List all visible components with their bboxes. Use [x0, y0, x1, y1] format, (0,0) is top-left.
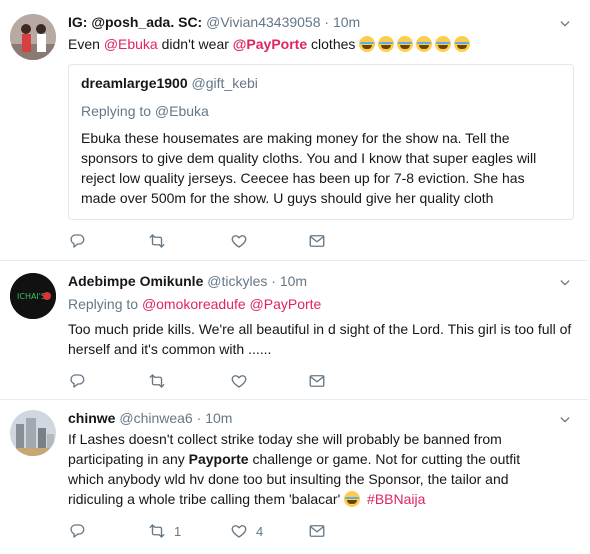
replying-to: Replying to @omokoreadufe @PayPorte	[68, 296, 322, 312]
svg-text:ICHAI'S: ICHAI'S	[17, 292, 46, 301]
quoted-tweet-text: Ebuka these housemates are making money …	[81, 130, 537, 206]
mention-link[interactable]: @PayPorte	[233, 36, 307, 52]
dm-button[interactable]	[308, 232, 326, 250]
tears-of-joy-icon	[344, 491, 361, 507]
retweet-button[interactable]	[148, 372, 166, 390]
user-handle[interactable]: @chinwea6	[119, 410, 192, 426]
user-handle[interactable]: @Vivian43439058	[206, 14, 320, 30]
mention-link[interactable]: @PayPorte	[250, 296, 322, 312]
retweet-icon	[148, 522, 166, 540]
dm-icon	[308, 522, 326, 540]
avatar[interactable]	[10, 14, 56, 60]
reply-button[interactable]	[68, 232, 86, 250]
like-button[interactable]: 4	[230, 522, 263, 540]
mention-link[interactable]: @Ebuka	[104, 36, 158, 52]
quoted-tweet-header: dreamlarge1900 @gift_kebi	[81, 75, 258, 91]
like-icon	[230, 372, 248, 390]
tweet-header: Adebimpe Omikunle @tickyles · 10m	[68, 273, 307, 289]
display-name: dreamlarge1900	[81, 75, 188, 91]
avatar[interactable]: ICHAI'S	[10, 273, 56, 319]
retweet-count: 1	[174, 523, 182, 539]
timestamp[interactable]: 10m	[280, 273, 307, 289]
quoted-tweet[interactable]: dreamlarge1900 @gift_kebi Replying to @E…	[68, 64, 574, 220]
dm-button[interactable]	[308, 372, 326, 390]
reply-icon	[68, 522, 86, 540]
replying-to: Replying to @Ebuka	[81, 103, 209, 119]
timestamp[interactable]: 10m	[205, 410, 232, 426]
hashtag-link[interactable]: #BBNaija	[367, 491, 425, 507]
reply-icon	[68, 372, 86, 390]
user-handle[interactable]: @tickyles	[207, 273, 267, 289]
display-name[interactable]: Adebimpe Omikunle	[68, 273, 203, 289]
avatar[interactable]	[10, 410, 56, 456]
separator: ·	[271, 273, 276, 289]
like-count: 4	[256, 523, 264, 539]
caret-down-icon[interactable]	[560, 19, 570, 29]
tears-of-joy-icon	[359, 36, 473, 52]
like-icon	[230, 232, 248, 250]
like-icon	[230, 522, 248, 540]
tweet-actions	[68, 372, 368, 392]
tweet-text: If Lashes doesn't collect strike today s…	[68, 431, 521, 507]
tweet-header: IG: @posh_ada. SC: @Vivian43439058 · 10m	[68, 14, 360, 30]
display-name[interactable]: chinwe	[68, 410, 115, 426]
tweet-actions	[68, 232, 368, 252]
caret-down-icon[interactable]	[560, 415, 570, 425]
tweet-2[interactable]: ICHAI'S Adebimpe Omikunle @tickyles · 10…	[0, 261, 588, 400]
mention-link[interactable]: @omokoreadufe	[142, 296, 246, 312]
tweet-text: Even @Ebuka didn't wear @PayPorte clothe…	[68, 34, 573, 54]
tweet-actions: 1 4	[68, 522, 368, 542]
dm-button[interactable]	[308, 522, 326, 540]
tweet-header: chinwe @chinwea6 · 10m	[68, 410, 232, 426]
retweet-icon	[148, 372, 166, 390]
dm-icon	[308, 372, 326, 390]
tweet-1[interactable]: IG: @posh_ada. SC: @Vivian43439058 · 10m…	[0, 0, 588, 261]
timestamp[interactable]: 10m	[333, 14, 360, 30]
like-button[interactable]	[230, 372, 248, 390]
separator: ·	[324, 14, 330, 30]
dm-icon	[308, 232, 326, 250]
tweet-3[interactable]: chinwe @chinwea6 · 10m If Lashes doesn't…	[0, 400, 588, 554]
caret-down-icon[interactable]	[560, 278, 570, 288]
like-button[interactable]	[230, 232, 248, 250]
tweet-text: Too much pride kills. We're all beautifu…	[68, 321, 572, 357]
retweet-icon	[148, 232, 166, 250]
retweet-button[interactable]: 1	[148, 522, 181, 540]
display-name[interactable]: IG: @posh_ada. SC:	[68, 14, 202, 30]
reply-button[interactable]	[68, 522, 86, 540]
separator: ·	[196, 410, 202, 426]
user-handle: @gift_kebi	[191, 75, 258, 91]
reply-button[interactable]	[68, 372, 86, 390]
retweet-button[interactable]	[148, 232, 166, 250]
reply-icon	[68, 232, 86, 250]
